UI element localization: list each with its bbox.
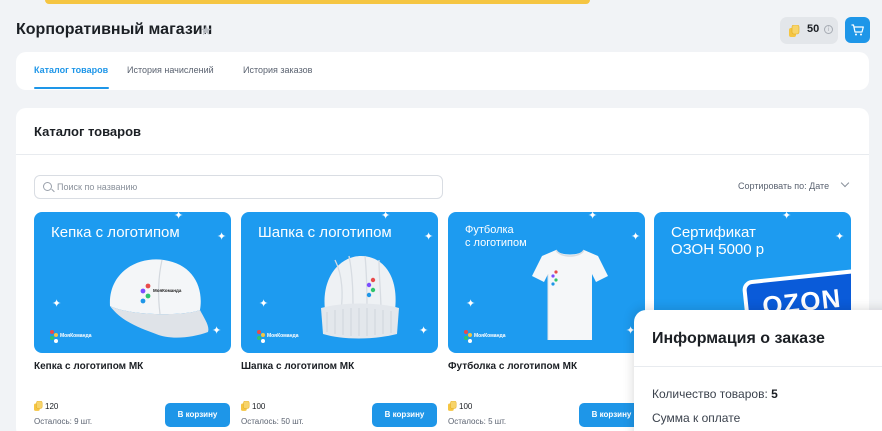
product-name[interactable]: Шапка с логотипом МК <box>241 361 354 372</box>
info-icon[interactable]: i <box>824 25 833 34</box>
sparkle-icon: ✦ <box>466 297 476 310</box>
product-image[interactable]: Футболка с логотипом ✦ ✦ ✦ ✦ МояКоманда <box>448 212 645 353</box>
order-info-panel: Информация о заказе Количество товаров: … <box>634 310 882 431</box>
page-header: Корпоративный магазин ★ 50 i <box>16 14 872 48</box>
product-image[interactable]: Кепка с логотипом ✦ ✦ ✦ ✦ МояКоманда Моя <box>34 212 231 353</box>
sort-dropdown[interactable]: Сортировать по: Дате <box>738 181 829 191</box>
favorite-star-icon[interactable]: ★ <box>200 22 213 39</box>
divider <box>16 154 869 155</box>
product-price: 120 <box>34 401 58 411</box>
sparkle-icon: ✦ <box>381 212 391 222</box>
cap-illustration: МояКоманда <box>109 259 209 338</box>
cart-button[interactable] <box>845 17 870 43</box>
product-name[interactable]: Кепка с логотипом МК <box>34 361 143 372</box>
banner-title: Кепка с логотипом <box>51 224 180 241</box>
order-panel-title: Информация о заказе <box>652 330 825 347</box>
add-to-cart-button[interactable]: В корзину <box>165 403 230 427</box>
coins-icon <box>448 401 457 411</box>
brand-logo: МояКоманда <box>50 330 92 343</box>
brand-logo-text: МояКоманда <box>60 333 92 339</box>
search-icon <box>43 182 52 191</box>
coins-icon <box>34 401 43 411</box>
search-input[interactable] <box>57 179 427 195</box>
banner-title: Шапка с логотипом <box>258 224 392 241</box>
active-tab-indicator <box>34 87 109 89</box>
catalog-title: Каталог товаров <box>34 124 142 139</box>
tab-order-history[interactable]: История заказов <box>243 65 312 75</box>
chevron-down-icon[interactable] <box>840 178 850 188</box>
product-stock: Осталось: 50 шт. <box>241 417 304 426</box>
sparkle-icon: ✦ <box>52 297 62 310</box>
tshirt-illustration <box>532 249 608 340</box>
product-image[interactable]: Шапка с логотипом ✦ ✦ ✦ ✦ МояКоманда <box>241 212 438 353</box>
page-title: Корпоративный магазин <box>16 21 213 38</box>
balance-value: 50 <box>807 23 820 35</box>
divider <box>634 366 882 367</box>
sparkle-icon: ✦ <box>588 212 598 222</box>
items-count-value: 5 <box>771 387 778 401</box>
sparkle-icon: ✦ <box>217 230 227 243</box>
tabs-bar: Каталог товаров История начислений Истор… <box>16 52 869 90</box>
balance-badge: 50 i <box>780 17 838 44</box>
sparkle-icon: ✦ <box>782 212 792 222</box>
sparkle-icon: ✦ <box>835 230 845 243</box>
brand-logo: МояКоманда <box>257 330 299 343</box>
total-label: Сумма к оплате <box>652 411 741 425</box>
banner-title: Футболка с логотипом <box>465 224 527 249</box>
cap-logo-text: МояКоманда <box>153 288 182 293</box>
sparkle-icon: ✦ <box>259 297 269 310</box>
product-stock: Осталось: 5 шт. <box>448 417 507 426</box>
top-accent-bar <box>45 0 590 4</box>
cart-icon <box>851 24 864 36</box>
sparkle-icon: ✦ <box>424 230 434 243</box>
sparkle-icon: ✦ <box>631 230 641 243</box>
coins-icon <box>789 25 800 37</box>
brand-logo-text: МояКоманда <box>474 333 506 339</box>
tab-catalog[interactable]: Каталог товаров <box>34 65 108 75</box>
beanie-illustration <box>321 255 399 339</box>
product-price: 100 <box>241 401 265 411</box>
sparkle-icon: ✦ <box>174 212 184 222</box>
add-to-cart-button[interactable]: В корзину <box>372 403 437 427</box>
product-name[interactable]: Футболка с логотипом МК <box>448 361 577 372</box>
search-box[interactable] <box>34 175 443 199</box>
brand-logo-text: МояКоманда <box>267 333 299 339</box>
banner-title: Сертификат ОЗОН 5000 р <box>671 224 765 258</box>
sparkle-icon: ✦ <box>419 324 429 337</box>
product-stock: Осталось: 9 шт. <box>34 417 93 426</box>
coins-icon <box>241 401 250 411</box>
product-price: 100 <box>448 401 472 411</box>
tab-accrual-history[interactable]: История начислений <box>127 65 214 75</box>
items-count-row: Количество товаров: 5 <box>652 387 778 401</box>
brand-logo: МояКоманда <box>464 330 506 343</box>
